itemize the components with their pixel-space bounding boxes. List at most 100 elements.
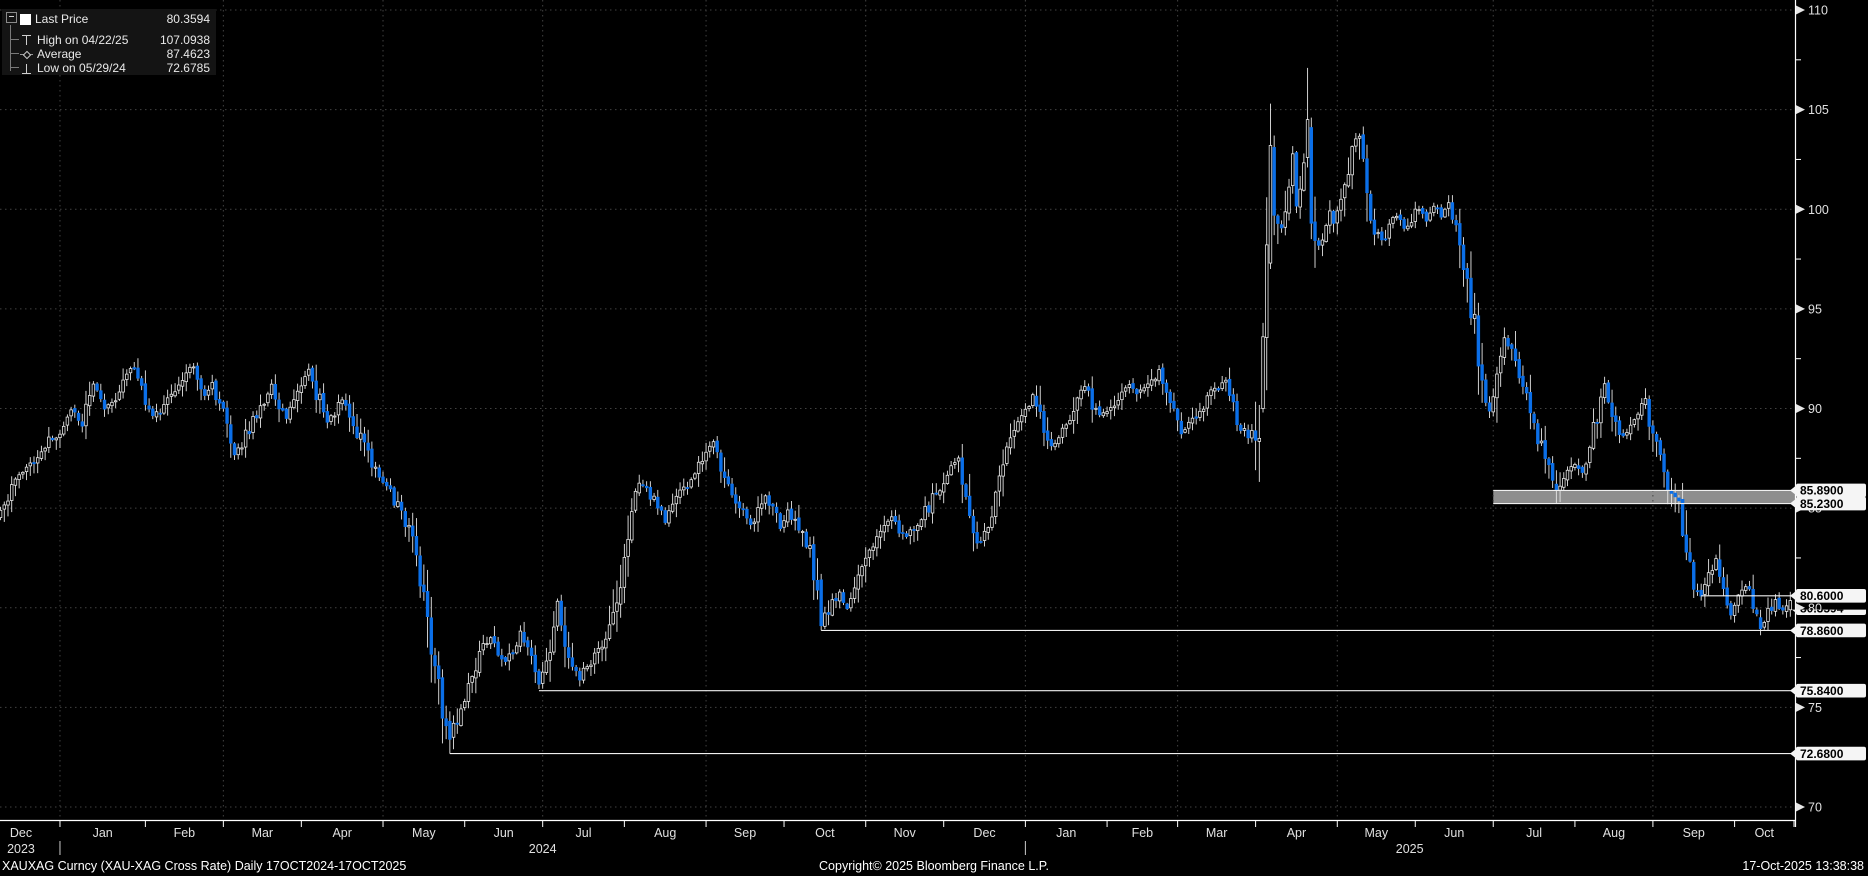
candle-body-down (1295, 153, 1298, 206)
legend-row-last-price[interactable]: Last Price 80.3594 (20, 12, 216, 26)
candle-body-up (1288, 187, 1291, 213)
candle-body-down (1726, 588, 1729, 605)
candle-body-down (1091, 389, 1094, 409)
candle-body-up (189, 367, 192, 372)
candle-body-up (1106, 412, 1109, 414)
label-text: 75.8400 (1800, 684, 1844, 698)
candle-body-up (916, 525, 919, 530)
candle-body-down (1373, 220, 1376, 234)
legend-tree-stub (10, 67, 19, 68)
candle-body-down (497, 642, 500, 655)
candle-body-up (590, 665, 593, 666)
candle-body-up (267, 394, 270, 403)
legend-row-average[interactable]: Average 87.4623 (20, 47, 216, 61)
legend-row-high[interactable]: High on 04/22/25 107.0938 (20, 33, 216, 47)
legend-value: 107.0938 (160, 33, 210, 47)
candle-body-down (285, 409, 288, 418)
candle-body-up (1351, 147, 1354, 175)
candle-body-up (545, 661, 548, 672)
candle-body-down (1485, 380, 1488, 402)
candle-body-down (77, 413, 80, 420)
candle-body-down (274, 384, 277, 399)
candle-body-up (1395, 216, 1398, 217)
band-top-label[interactable]: 85.8900 (1790, 484, 1866, 498)
candle-body-up (185, 373, 188, 382)
candle-body-up (300, 386, 303, 393)
candle-body-up (111, 402, 114, 405)
candle-body-up (1429, 213, 1432, 220)
label-text: 85.8900 (1800, 484, 1844, 498)
candle-body-up (1592, 422, 1595, 448)
candle-body-down (1681, 499, 1684, 535)
candle-body-down (1752, 589, 1755, 608)
candle-body-up (597, 648, 600, 652)
candle-body-down (100, 391, 103, 399)
candle-body-down (449, 721, 452, 739)
candle-body-up (890, 517, 893, 521)
y-axis-tick-label: 90 (1808, 402, 1822, 416)
candle-body-up (1024, 409, 1027, 416)
candle-body-up (593, 653, 596, 664)
line-label-3[interactable]: 72.6800 (1790, 747, 1866, 761)
candle-body-down (798, 518, 801, 530)
line-label-1[interactable]: 78.8600 (1790, 624, 1866, 638)
candle-body-up (337, 402, 340, 414)
candle-body-up (623, 557, 626, 587)
candle-body-up (397, 502, 400, 507)
candle-body-up (85, 404, 88, 426)
candle-body-up (1221, 383, 1224, 389)
candle-body-up (1499, 356, 1502, 373)
candle-body-up (1336, 211, 1339, 223)
candle-body-down (504, 657, 507, 661)
candle-body-down (842, 593, 845, 603)
x-axis-month-label: Oct (1755, 826, 1775, 840)
candle-body-up (1139, 390, 1142, 392)
x-axis-month-label: Oct (815, 826, 835, 840)
candle-body-down (527, 641, 530, 647)
candle-body-up (1574, 464, 1577, 467)
candle-body-up (616, 603, 619, 611)
legend-value: 87.4623 (167, 47, 210, 61)
candle-body-down (656, 497, 659, 508)
candle-body-up (1562, 478, 1565, 487)
line-label-0[interactable]: 80.6000 (1790, 589, 1866, 603)
candle-body-down (378, 468, 381, 477)
candle-body-up (653, 496, 656, 499)
candle-body-up (508, 654, 511, 661)
candle-body-up (408, 525, 411, 527)
candle-body-down (1254, 431, 1257, 440)
candle-body-up (838, 592, 841, 601)
candle-body-up (1102, 413, 1105, 416)
candle-body-up (359, 433, 362, 439)
candle-body-up (374, 467, 377, 468)
candle-body-up (1540, 441, 1543, 443)
candle-body-up (62, 426, 65, 434)
candle-body-up (1629, 425, 1632, 434)
candle-body-up (1407, 226, 1410, 229)
candle-body-down (965, 485, 968, 497)
candle-body-up (1199, 411, 1202, 417)
candle-body-up (1329, 211, 1332, 225)
candle-body-up (556, 601, 559, 626)
line-label-2[interactable]: 75.8400 (1790, 684, 1866, 698)
candle-body-down (775, 507, 778, 512)
candle-body-down (1317, 241, 1320, 245)
candle-body-up (690, 480, 693, 487)
candle-body-up (1744, 587, 1747, 591)
candle-body-up (1150, 380, 1153, 385)
candle-body-up (1306, 120, 1309, 158)
legend-collapse-icon[interactable] (6, 12, 17, 23)
candle-body-down (348, 404, 351, 417)
resistance-band[interactable] (1493, 490, 1795, 503)
candle-body-down (430, 618, 433, 654)
candle-body-up (630, 512, 633, 540)
candle-body-up (757, 508, 760, 522)
candle (820, 574, 823, 630)
candle-body-up (1444, 209, 1447, 217)
candle-body-down (356, 427, 359, 438)
candle-body-up (831, 600, 834, 616)
candle-body-down (812, 545, 815, 580)
candle-body-up (824, 613, 827, 626)
band-bottom-label[interactable]: 85.2300 (1790, 497, 1866, 511)
legend-row-low[interactable]: Low on 05/29/24 72.6785 (20, 61, 216, 75)
